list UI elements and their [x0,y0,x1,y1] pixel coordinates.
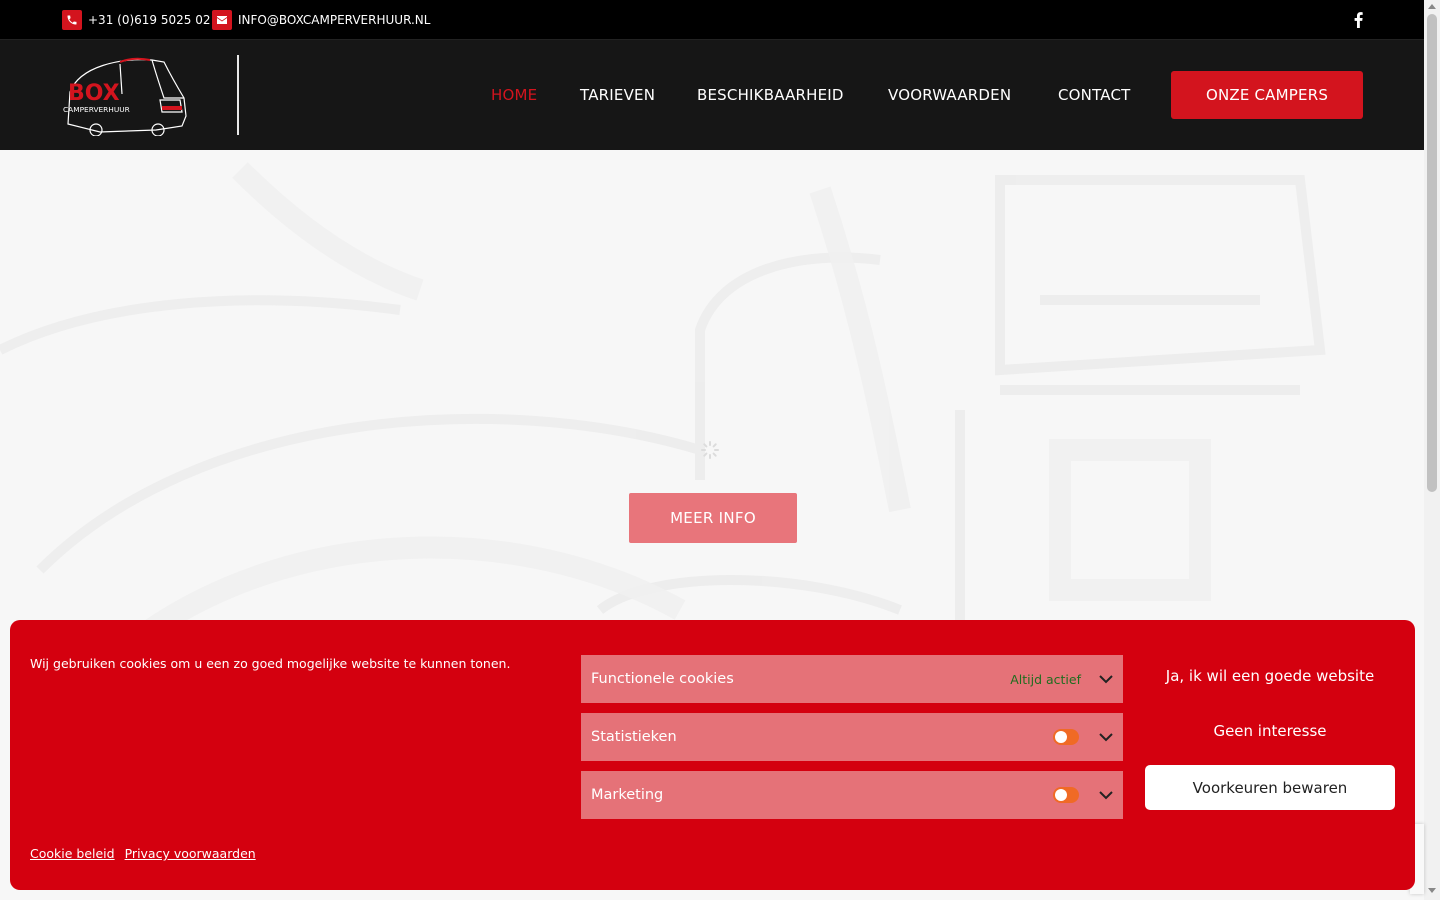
logo-text: BOX [68,81,120,106]
chevron-down-icon[interactable] [1099,730,1113,744]
scroll-down-icon[interactable] [1428,888,1436,893]
logo-subtext: CAMPERVERHUUR [63,105,130,114]
privacy-terms-link[interactable]: Privacy voorwaarden [125,846,256,861]
accept-cookies-button[interactable]: Ja, ik wil een goede website [1145,654,1395,698]
logo-divider [237,55,239,135]
facebook-icon[interactable] [1350,10,1366,30]
phone-icon [62,10,82,30]
phone-text: +31 (0)619 5025 02 [88,13,211,27]
envelope-icon [212,10,232,30]
cookie-message: Wij gebruiken cookies om u een zo goed m… [30,656,511,671]
category-label: Marketing [591,787,664,803]
category-label: Functionele cookies [591,671,734,687]
chevron-down-icon[interactable] [1099,788,1113,802]
category-label: Statistieken [591,729,677,745]
cookie-category-functional[interactable]: Functionele cookies Altijd actief [581,655,1123,703]
site-logo[interactable]: BOX CAMPERVERHUUR [60,54,192,137]
nav-voorwaarden[interactable]: VOORWAARDEN [888,86,1011,104]
meer-info-button[interactable]: MEER INFO [629,493,797,543]
onze-campers-button[interactable]: ONZE CAMPERS [1171,71,1363,119]
nav-tarieven[interactable]: TARIEVEN [580,86,655,104]
main-header: BOX CAMPERVERHUUR HOME TARIEVEN BESCHIKB… [0,40,1424,150]
page-scrollbar[interactable] [1424,0,1440,900]
deny-cookies-button[interactable]: Geen interesse [1145,709,1395,753]
cookie-policy-link[interactable]: Cookie beleid [30,846,115,861]
cookie-category-statistics[interactable]: Statistieken [581,713,1123,761]
cookie-category-marketing[interactable]: Marketing [581,771,1123,819]
scroll-thumb[interactable] [1427,14,1437,492]
email-link[interactable]: INFO@BOXCAMPERVERHUUR.NL [212,10,430,30]
cookie-banner: Wij gebruiken cookies om u een zo goed m… [10,620,1415,890]
statistics-toggle[interactable] [1053,729,1079,745]
loading-spinner-icon [700,440,720,460]
phone-link[interactable]: +31 (0)619 5025 02 [62,10,210,30]
email-text: INFO@BOXCAMPERVERHUUR.NL [238,13,431,27]
cookie-links: Cookie beleid Privacy voorwaarden [30,846,256,861]
chevron-down-icon[interactable] [1099,672,1113,686]
nav-contact[interactable]: CONTACT [1058,86,1131,104]
scroll-up-icon[interactable] [1428,4,1436,9]
nav-beschikbaarheid[interactable]: BESCHIKBAARHEID [697,86,844,104]
marketing-toggle[interactable] [1053,787,1079,803]
top-bar: +31 (0)619 5025 02 INFO@BOXCAMPERVERHUUR… [0,0,1424,40]
save-preferences-button[interactable]: Voorkeuren bewaren [1145,765,1395,810]
nav-home[interactable]: HOME [491,86,537,104]
always-active-label: Altijd actief [1010,671,1081,687]
